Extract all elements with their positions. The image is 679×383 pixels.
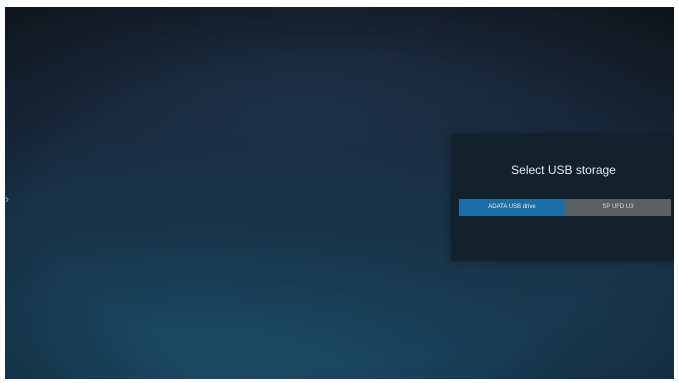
chevron-right-icon[interactable]: › <box>5 193 9 205</box>
usb-option-sp-ufd[interactable]: SP UFD U3 <box>565 199 671 216</box>
dialog-title: Select USB storage <box>511 163 616 177</box>
usb-options: ADATA USB drive SP UFD U3 <box>459 199 671 216</box>
usb-option-adata[interactable]: ADATA USB drive <box>459 199 565 216</box>
tv-screen: › ‹ Select USB storage ADATA USB drive S… <box>5 7 674 379</box>
usb-storage-dialog: Select USB storage ADATA USB drive SP UF… <box>451 135 674 261</box>
